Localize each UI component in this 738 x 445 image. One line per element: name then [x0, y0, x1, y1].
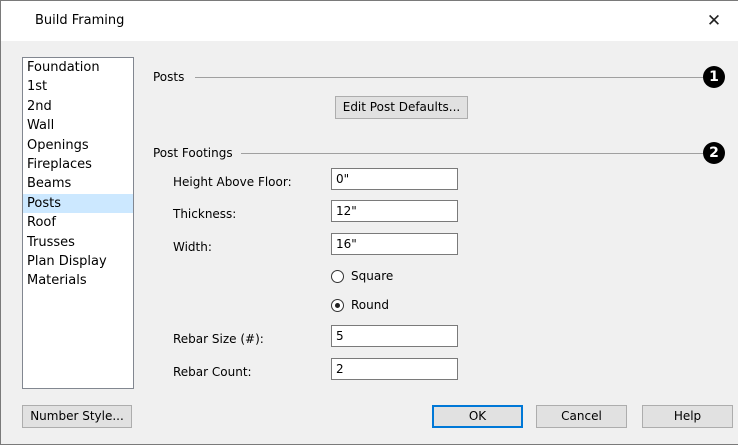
rebar-count-label: Rebar Count: [173, 365, 252, 379]
rebar-size-input[interactable] [331, 325, 458, 347]
callout-badge-2: 2 [703, 142, 725, 164]
callout-badge-1: 1 [703, 66, 725, 88]
height-above-floor-input[interactable] [331, 168, 458, 190]
round-radio-circle[interactable] [331, 298, 344, 312]
category-item-2nd[interactable]: 2nd [23, 97, 133, 116]
cancel-button[interactable]: Cancel [536, 405, 627, 428]
category-list[interactable]: Foundation 1st 2nd Wall Openings Firepla… [22, 57, 134, 389]
height-above-floor-label: Height Above Floor: [173, 175, 292, 189]
close-icon[interactable]: ✕ [700, 7, 728, 35]
rebar-count-input[interactable] [331, 358, 458, 380]
category-item-fireplaces[interactable]: Fireplaces [23, 155, 133, 174]
category-item-plan-display[interactable]: Plan Display [23, 252, 133, 271]
edit-post-defaults-button[interactable]: Edit Post Defaults... [335, 96, 468, 119]
category-item-trusses[interactable]: Trusses [23, 233, 133, 252]
square-radio[interactable]: Square [331, 269, 393, 283]
square-radio-label: Square [351, 269, 394, 283]
category-item-wall[interactable]: Wall [23, 116, 133, 135]
category-item-materials[interactable]: Materials [23, 271, 133, 290]
post-footings-divider [241, 153, 703, 154]
posts-divider [195, 77, 703, 78]
dialog-title: Build Framing [35, 13, 125, 28]
category-item-beams[interactable]: Beams [23, 174, 133, 193]
number-style-button[interactable]: Number Style... [22, 405, 132, 428]
width-label: Width: [173, 240, 212, 254]
help-button[interactable]: Help [642, 405, 733, 428]
category-item-1st[interactable]: 1st [23, 77, 133, 96]
square-radio-circle[interactable] [331, 269, 344, 283]
build-framing-dialog: Build Framing ✕ Foundation 1st 2nd Wall … [0, 0, 738, 445]
rebar-size-label: Rebar Size (#): [173, 332, 264, 346]
title-bar: Build Framing ✕ [1, 1, 738, 41]
thickness-input[interactable] [331, 200, 458, 222]
width-input[interactable] [331, 233, 458, 255]
category-item-foundation[interactable]: Foundation [23, 58, 133, 77]
round-radio-label: Round [351, 298, 389, 312]
category-item-posts[interactable]: Posts [23, 193, 133, 214]
category-item-openings[interactable]: Openings [23, 136, 133, 155]
thickness-label: Thickness: [173, 207, 237, 221]
ok-button[interactable]: OK [432, 405, 523, 428]
round-radio[interactable]: Round [331, 298, 389, 312]
category-item-roof[interactable]: Roof [23, 213, 133, 232]
post-footings-section-label: Post Footings [153, 146, 233, 160]
posts-section-label: Posts [153, 70, 185, 84]
